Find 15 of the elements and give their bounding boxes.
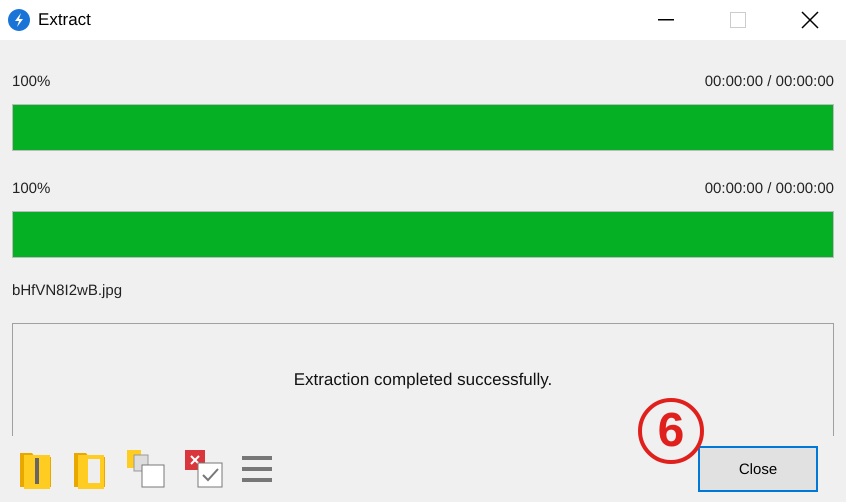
step-marker: 6 <box>638 398 704 464</box>
minimize-icon[interactable] <box>658 19 674 21</box>
file-name: bHfVN8I2wB.jpg <box>12 282 124 301</box>
percent-label: 100% <box>12 180 50 196</box>
window-title: Extract <box>38 10 92 30</box>
cancel-checkbox-icon[interactable] <box>184 449 224 489</box>
copy-icon[interactable] <box>126 449 166 489</box>
time-label: 00:00:00 / 00:00:00 <box>704 180 834 196</box>
close-icon[interactable] <box>801 11 819 29</box>
status-message: Extraction completed successfully. <box>294 370 552 390</box>
menu-icon[interactable] <box>242 455 272 483</box>
lightning-icon <box>8 9 30 31</box>
time-label: 00:00:00 / 00:00:00 <box>704 72 834 90</box>
close-button[interactable]: Close <box>698 446 818 492</box>
percent-label: 100% <box>12 72 50 90</box>
